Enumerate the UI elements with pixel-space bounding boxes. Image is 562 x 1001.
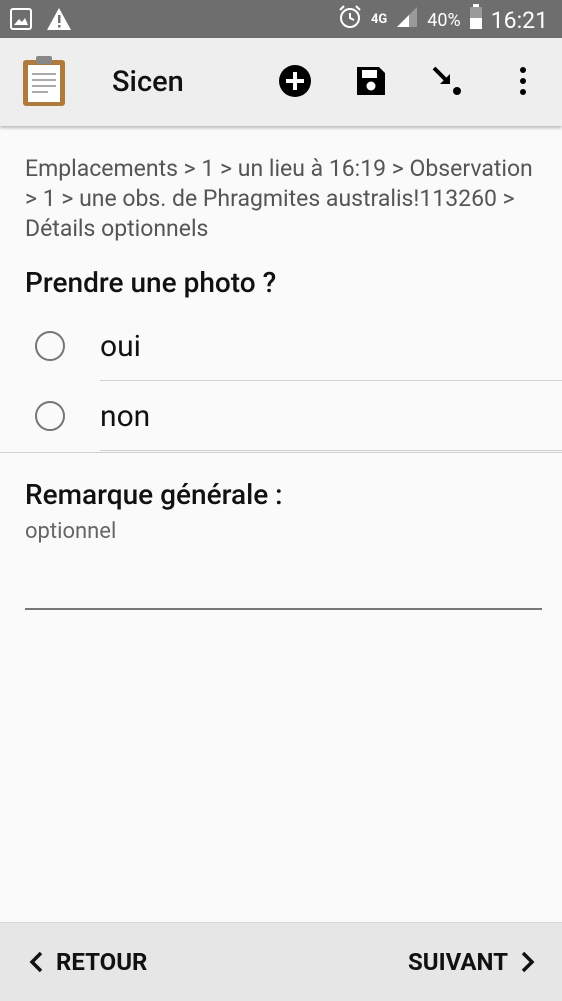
section-divider (0, 452, 562, 453)
gallery-icon (10, 8, 32, 34)
remark-input[interactable] (25, 556, 542, 610)
add-icon[interactable] (276, 62, 314, 100)
status-bar: 4G 40% 16:21 (0, 0, 562, 38)
remark-hint: optionnel (25, 519, 117, 544)
battery-icon (469, 4, 483, 36)
battery-percent: 40% (427, 9, 461, 31)
warning-icon (46, 7, 72, 35)
radio-label: oui (100, 328, 141, 364)
clipboard-logo-icon (22, 55, 66, 107)
clock: 16:21 (490, 6, 548, 34)
back-label: RETOUR (56, 948, 148, 976)
radio-option-non[interactable]: non (0, 381, 562, 451)
radio-option-oui[interactable]: oui (0, 311, 562, 381)
network-type: 4G (370, 12, 388, 27)
chevron-right-icon (521, 951, 535, 973)
radio-button[interactable] (35, 331, 65, 361)
app-bar: Sicen (0, 38, 562, 126)
question-photo-label: Prendre une photo ? (25, 266, 277, 299)
radio-button[interactable] (35, 401, 65, 431)
question-remark-label: Remarque générale : (25, 478, 283, 511)
app-title: Sicen (112, 65, 184, 99)
save-icon[interactable] (352, 62, 390, 100)
signal-icon (395, 5, 419, 35)
alarm-icon (337, 4, 363, 36)
download-arrow-icon[interactable] (428, 62, 466, 100)
back-button[interactable]: RETOUR (28, 923, 147, 1001)
breadcrumb: Emplacements > 1 > un lieu à 16:19 > Obs… (25, 155, 533, 242)
next-label: SUIVANT (407, 948, 508, 976)
radio-label: non (100, 398, 151, 434)
chevron-left-icon (29, 951, 43, 973)
divider (100, 450, 562, 451)
more-options-icon[interactable] (504, 62, 542, 100)
next-button[interactable]: SUIVANT (408, 923, 536, 1001)
bottom-nav-bar: RETOUR SUIVANT (0, 922, 562, 1001)
